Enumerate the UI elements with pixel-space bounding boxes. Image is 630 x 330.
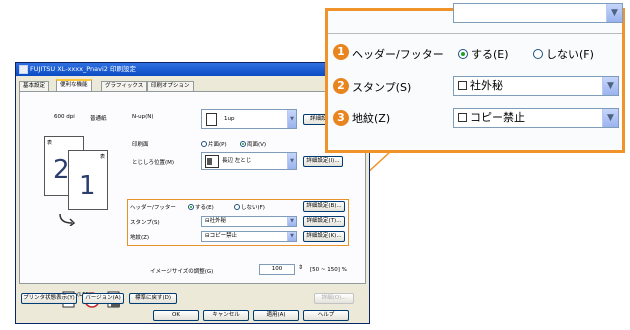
tab-print-options[interactable]: 印刷オプション xyxy=(147,81,194,91)
zoom-header-footer-off[interactable]: しない(F) xyxy=(533,46,594,62)
chevron-down-icon: ▼ xyxy=(287,232,296,241)
header-footer-label: ヘッダー/フッター xyxy=(130,205,176,211)
binding-select[interactable]: 長辺 左とじ ▼ xyxy=(201,152,297,170)
print-settings-dialog: FUJITSU XL-xxxx_Pnavi2 印刷設定 基本設定 便利な機能 グ… xyxy=(15,62,370,324)
details-button-disabled: 詳細(O)... xyxy=(314,293,354,304)
zoom-header-footer-on[interactable]: する(E) xyxy=(458,46,509,62)
chevron-down-icon: ▼ xyxy=(287,217,296,226)
stamp-label: スタンプ(S) xyxy=(130,220,160,226)
badge-3: 3 xyxy=(333,110,349,126)
preview-pane: 600 dpi 普通紙 表 2 表 1 A4 (LEF) xyxy=(24,96,120,298)
paper-type-label: 普通紙 xyxy=(90,116,107,122)
tab-graphics[interactable]: グラフィックス xyxy=(101,81,148,91)
ok-button[interactable]: OK xyxy=(153,310,199,321)
badge-1: 1 xyxy=(333,44,349,60)
watermark-detail-button[interactable]: 詳細設定(K)... xyxy=(303,231,345,242)
sheet-label: 表 xyxy=(99,154,105,160)
restore-defaults-button[interactable]: 標準に戻す(D) xyxy=(129,293,177,304)
watermark-label: 地紋(Z) xyxy=(130,235,150,241)
seal-icon xyxy=(458,81,467,90)
seal-icon xyxy=(458,113,467,122)
header-footer-on[interactable]: する(E) xyxy=(188,203,214,211)
printer-app-icon xyxy=(19,65,28,74)
chevron-down-icon: ▼ xyxy=(287,153,296,169)
chevron-down-icon: ▼ xyxy=(606,4,622,22)
zoom-stamp-select[interactable]: 社外秘 ▼ xyxy=(453,76,619,96)
zoom-watermark-value: コピー禁止 xyxy=(470,111,525,124)
watermark-value: ⊟コピー禁止 xyxy=(205,233,238,239)
preview-sheet-front: 表 1 xyxy=(68,150,108,210)
tab-convenient[interactable]: 便利な機能 xyxy=(56,79,92,91)
page-number: 1 xyxy=(79,171,96,201)
spinner-icon[interactable]: ⇕ xyxy=(298,264,303,271)
stamp-value: ⊟社外秘 xyxy=(205,218,227,224)
badge-2: 2 xyxy=(333,78,349,94)
chevron-down-icon: ▼ xyxy=(287,110,296,128)
resolution-label: 600 dpi xyxy=(54,114,75,120)
cancel-button[interactable]: キャンセル xyxy=(203,310,249,321)
stamp-detail-button[interactable]: 詳細設定(T)... xyxy=(303,216,345,227)
printer-status-button[interactable]: プリンタ状態表示(Y) xyxy=(21,293,77,304)
duplex-option-simplex[interactable]: 片面(P) xyxy=(201,140,227,148)
divider xyxy=(328,33,622,34)
nup-label: N-up(N) xyxy=(132,114,154,120)
duplex-option-duplex[interactable]: 両面(V) xyxy=(240,140,266,148)
image-size-range: [50 ~ 150] % xyxy=(310,267,347,273)
zoom-header-footer-label: ヘッダー/フッター xyxy=(352,48,444,61)
image-size-input[interactable]: 100 xyxy=(259,264,295,275)
zoom-stamp-label: スタンプ(S) xyxy=(352,81,412,94)
binding-icon xyxy=(205,155,219,168)
binding-value: 長辺 左とじ xyxy=(222,158,252,164)
tab-strip: 基本設定 便利な機能 グラフィックス 印刷オプション xyxy=(19,79,366,91)
apply-button[interactable]: 適用(A) xyxy=(253,310,299,321)
cropped-select: ▼ xyxy=(453,3,623,23)
page-layout-icon xyxy=(206,113,217,126)
radio-icon xyxy=(201,141,207,147)
image-size-label: イメージサイズの調整(G) xyxy=(150,269,214,275)
header-footer-off[interactable]: しない(F) xyxy=(234,203,265,211)
nup-select[interactable]: 1up ▼ xyxy=(201,109,297,129)
zoom-stamp-value: 社外秘 xyxy=(470,79,503,92)
sheet-label: 表 xyxy=(47,140,53,146)
nup-value: 1up xyxy=(224,116,235,122)
window-title: FUJITSU XL-xxxx_Pnavi2 印刷設定 xyxy=(30,65,136,73)
duplex-label: 印刷面 xyxy=(132,142,149,148)
title-bar: FUJITSU XL-xxxx_Pnavi2 印刷設定 xyxy=(16,63,369,76)
zoom-callout: ▼ 1 ヘッダー/フッター する(E) しない(F) 2 スタンプ(S) 社外秘… xyxy=(325,3,625,153)
stamp-select[interactable]: ⊟社外秘 ▼ xyxy=(201,216,297,227)
radio-selected-icon xyxy=(240,141,246,147)
flip-arrow-icon xyxy=(59,213,76,226)
binding-detail-button[interactable]: 詳細設定(I)... xyxy=(303,156,343,167)
chevron-down-icon: ▼ xyxy=(602,109,618,127)
zoom-watermark-label: 地紋(Z) xyxy=(352,112,391,125)
watermark-select[interactable]: ⊟コピー禁止 ▼ xyxy=(201,231,297,242)
header-footer-detail-button[interactable]: 詳細設定(B)... xyxy=(303,201,345,212)
radio-selected-icon xyxy=(458,49,468,59)
tab-panel: 600 dpi 普通紙 表 2 表 1 A4 (LEF) N-up(N) 1up… xyxy=(19,91,366,308)
chevron-down-icon: ▼ xyxy=(602,77,618,95)
binding-label: とじしろ位置(M) xyxy=(132,160,175,166)
page-preview: 表 2 表 1 xyxy=(44,136,116,246)
tab-basic[interactable]: 基本設定 xyxy=(19,81,50,91)
radio-icon xyxy=(234,204,240,210)
radio-selected-icon xyxy=(188,204,194,210)
version-button[interactable]: バージョン(A) xyxy=(82,293,124,304)
radio-icon xyxy=(533,49,543,59)
zoom-watermark-select[interactable]: コピー禁止 ▼ xyxy=(453,108,619,128)
help-button[interactable]: ヘルプ xyxy=(303,310,349,321)
